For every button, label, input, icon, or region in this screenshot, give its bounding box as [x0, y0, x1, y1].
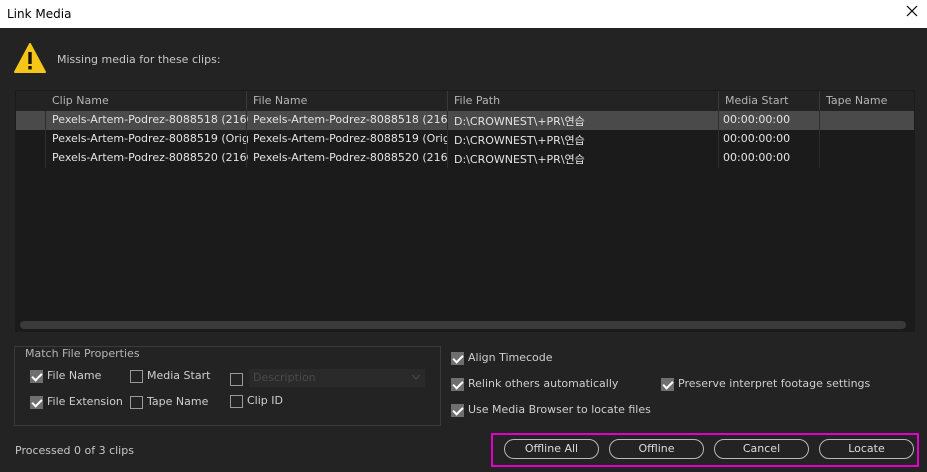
warning-icon: [14, 43, 46, 73]
file-path-cell: D:\CROWNEST\+PR\연습: [454, 153, 585, 166]
column-divider[interactable]: [718, 91, 719, 111]
column-header-file-name[interactable]: File Name: [253, 94, 307, 107]
status-text: Processed 0 of 3 clips: [15, 444, 134, 457]
align-timecode-checkbox[interactable]: [451, 352, 464, 365]
column-divider[interactable]: [447, 91, 448, 111]
file-name-cell: Pexels-Artem-Podrez-8088518 (2160P).r: [253, 113, 448, 126]
description-label: Description: [253, 371, 316, 384]
chevron-down-icon: [411, 374, 421, 380]
table-header: Clip Name File Name File Path Media Star…: [16, 91, 914, 111]
offline-button[interactable]: Offline: [609, 439, 704, 459]
window-title: Link Media: [7, 7, 72, 21]
missing-media-message: Missing media for these clips:: [57, 53, 221, 66]
column-header-clip-name[interactable]: Clip Name: [52, 94, 109, 107]
clip-id-checkbox[interactable]: [230, 395, 243, 408]
relink-others-label: Relink others automatically: [468, 377, 619, 390]
file-extension-checkbox[interactable]: [30, 396, 43, 409]
file-name-checkbox[interactable]: [30, 370, 43, 383]
media-start-cell: 00:00:00:00: [723, 151, 791, 164]
column-header-media-start[interactable]: Media Start: [725, 94, 788, 107]
row-divider: [246, 111, 247, 168]
match-file-properties-title: Match File Properties: [22, 347, 143, 360]
align-timecode-label: Align Timecode: [468, 351, 553, 364]
media-start-checkbox[interactable]: [130, 370, 143, 383]
column-header-file-path[interactable]: File Path: [454, 94, 500, 107]
file-path-cell: D:\CROWNEST\+PR\연습: [454, 134, 585, 147]
column-divider[interactable]: [819, 91, 820, 111]
description-select[interactable]: Description: [249, 369, 425, 387]
media-start-label: Media Start: [147, 369, 211, 382]
description-checkbox[interactable]: [230, 373, 243, 386]
media-start-cell: 00:00:00:00: [723, 113, 791, 126]
preserve-interpret-checkbox[interactable]: [661, 378, 674, 391]
close-icon[interactable]: [905, 4, 919, 18]
table-row[interactable]: Pexels-Artem-Podrez-8088519 (Original Pe…: [16, 130, 914, 149]
row-divider: [45, 111, 46, 168]
row-divider: [819, 111, 820, 168]
clip-name-cell: Pexels-Artem-Podrez-8088519 (Original: [52, 132, 248, 145]
cancel-button[interactable]: Cancel: [714, 439, 809, 459]
horizontal-scrollbar[interactable]: [20, 321, 906, 329]
clip-id-label: Clip ID: [247, 394, 283, 407]
tape-name-label: Tape Name: [147, 395, 209, 408]
use-media-browser-checkbox[interactable]: [451, 404, 464, 417]
relink-others-checkbox[interactable]: [451, 378, 464, 391]
clip-name-cell: Pexels-Artem-Podrez-8088518 (2160P).r: [52, 113, 248, 126]
file-path-cell: D:\CROWNEST\+PR\연습: [454, 115, 585, 128]
row-divider: [718, 111, 719, 168]
clips-table[interactable]: Clip Name File Name File Path Media Star…: [15, 90, 915, 332]
preserve-interpret-label: Preserve interpret footage settings: [678, 377, 871, 390]
file-name-cell: Pexels-Artem-Podrez-8088520 (2160P).r: [253, 151, 448, 164]
table-row[interactable]: Pexels-Artem-Podrez-8088518 (2160P).r Pe…: [16, 111, 914, 130]
file-name-label: File Name: [47, 369, 102, 382]
clip-name-cell: Pexels-Artem-Podrez-8088520 (2160P).r: [52, 151, 248, 164]
column-divider[interactable]: [246, 91, 247, 111]
title-bar: Link Media: [0, 0, 927, 28]
tape-name-checkbox[interactable]: [130, 396, 143, 409]
file-name-cell: Pexels-Artem-Podrez-8088519 (Original: [253, 132, 448, 145]
column-header-tape-name[interactable]: Tape Name: [826, 94, 887, 107]
table-row[interactable]: Pexels-Artem-Podrez-8088520 (2160P).r Pe…: [16, 149, 914, 168]
media-start-cell: 00:00:00:00: [723, 132, 791, 145]
offline-all-button[interactable]: Offline All: [504, 439, 599, 459]
use-media-browser-label: Use Media Browser to locate files: [468, 403, 651, 416]
locate-button[interactable]: Locate: [819, 439, 914, 459]
file-extension-label: File Extension: [47, 395, 123, 408]
row-divider: [447, 111, 448, 168]
